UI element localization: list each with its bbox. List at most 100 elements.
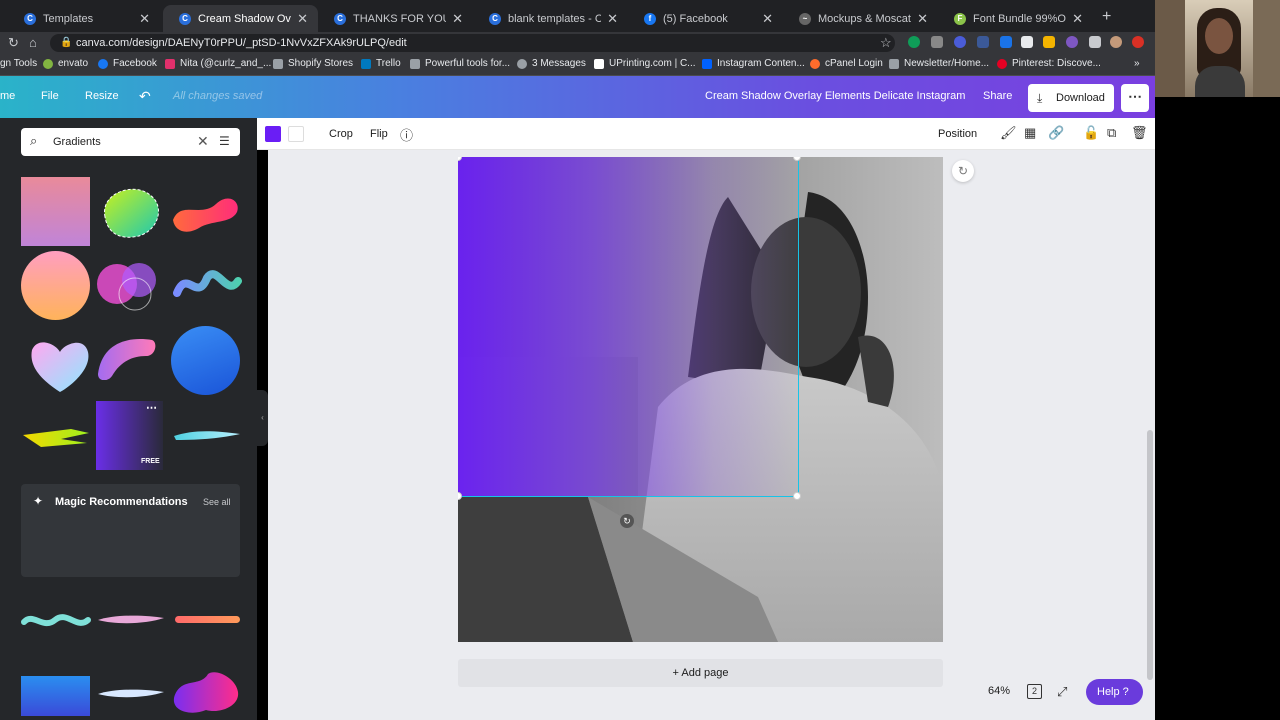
camera-icon[interactable] — [931, 36, 943, 48]
info-icon[interactable]: ⓘ — [400, 125, 413, 144]
see-all-link[interactable]: See all — [203, 497, 231, 507]
link-icon[interactable]: 🔗 — [1048, 125, 1064, 141]
gradient-blob-element[interactable] — [95, 177, 167, 246]
more-options-icon[interactable]: ⋯ — [146, 401, 157, 414]
bookmark-powerful-tools[interactable]: Powerful tools for... — [410, 58, 510, 69]
bookmark-trello[interactable]: Trello — [361, 58, 401, 69]
gradient-blue-stroke-element[interactable] — [96, 686, 166, 702]
resize-handle[interactable] — [793, 492, 801, 500]
close-icon[interactable]: ✕ — [452, 11, 463, 27]
collapse-panel-button[interactable]: ‹ — [257, 390, 268, 446]
gradient-bubbles-element[interactable] — [95, 258, 165, 313]
rotate-handle-icon[interactable]: ↻ — [620, 514, 634, 528]
fullscreen-icon[interactable]: ⤢ — [1057, 684, 1067, 700]
gradient-blue-circle-element[interactable] — [171, 326, 240, 395]
transparency-icon[interactable]: ▦ — [1024, 125, 1036, 141]
refresh-icon[interactable]: ↻ — [952, 160, 974, 182]
design-title[interactable]: Cream Shadow Overlay Elements Delicate I… — [705, 90, 965, 102]
extension-gear-icon[interactable] — [1066, 36, 1078, 48]
tab-cream-shadow[interactable]: C Cream Shadow Overlay Ele ✕ — [163, 5, 318, 32]
home-link[interactable]: me — [0, 90, 15, 102]
close-icon[interactable]: ✕ — [607, 11, 618, 27]
home-icon[interactable]: ⌂ — [29, 35, 37, 50]
close-icon[interactable]: ✕ — [1072, 11, 1083, 27]
design-page[interactable]: ↻ — [458, 157, 943, 642]
gradient-wave-element[interactable] — [171, 190, 241, 235]
tab-thanks[interactable]: C THANKS FOR YOUR PURC ✕ — [318, 5, 473, 32]
bookmark-cpanel[interactable]: cPanel Login — [810, 58, 883, 69]
page-count-button[interactable]: 2 — [1027, 684, 1042, 699]
position-button[interactable]: Position — [938, 128, 977, 140]
crop-button[interactable]: Crop — [329, 128, 353, 140]
close-icon[interactable]: ✕ — [762, 11, 773, 27]
gradient-element[interactable] — [21, 177, 90, 246]
file-menu[interactable]: File — [41, 90, 59, 102]
tab-font-bundle[interactable]: F Font Bundle 99%OFF | Stu ✕ — [938, 5, 1093, 32]
gradient-brush-element[interactable] — [21, 421, 91, 451]
share-button[interactable]: Share — [983, 84, 1023, 108]
close-icon[interactable]: ✕ — [139, 11, 150, 27]
puzzle-icon[interactable] — [1089, 36, 1101, 48]
profile-avatar[interactable] — [1110, 36, 1122, 48]
gradient-heart-element[interactable] — [28, 336, 92, 394]
gradient-splash-element[interactable] — [170, 668, 242, 718]
duplicate-icon[interactable]: ⧉ — [1107, 125, 1116, 141]
bookmark-star-icon[interactable]: ☆ — [880, 35, 892, 51]
reload-icon[interactable]: ↻ — [8, 35, 19, 51]
bookmark-pinterest[interactable]: Pinterest: Discove... — [997, 58, 1101, 69]
facebook-ext-icon[interactable] — [977, 36, 989, 48]
bookmark-label: 3 Messages — [532, 58, 586, 69]
more-options-button[interactable]: ⋯ — [1121, 84, 1149, 112]
secondary-color-swatch[interactable] — [288, 126, 304, 142]
docs-ext-icon[interactable] — [1021, 36, 1033, 48]
tab-blank-templates[interactable]: C blank templates - Canva ✕ — [473, 5, 628, 32]
tab-facebook[interactable]: f (5) Facebook ✕ — [628, 5, 783, 32]
gradient-circle-element[interactable] — [21, 251, 90, 320]
search-input[interactable]: ⌕ Gradients ✕ ☰ — [21, 128, 240, 156]
resize-button[interactable]: Resize — [85, 90, 119, 102]
bookmark-envato[interactable]: envato — [43, 58, 88, 69]
more-bookmarks-icon[interactable]: » — [1134, 58, 1140, 69]
download-button[interactable]: ⤓ Download — [1028, 84, 1114, 112]
bookmark-uprinting[interactable]: UPrinting.com | C... — [594, 58, 696, 69]
bookmark-facebook[interactable]: Facebook — [98, 58, 157, 69]
gradient-zigzag-element[interactable] — [21, 610, 91, 632]
bookmark-instagram-content[interactable]: Instagram Conten... — [702, 58, 805, 69]
help-button[interactable]: Help ? — [1086, 679, 1143, 705]
flip-button[interactable]: Flip — [370, 128, 388, 140]
extension-ext-icon[interactable] — [1000, 36, 1012, 48]
close-icon[interactable]: ✕ — [297, 11, 308, 27]
update-icon[interactable] — [1132, 36, 1144, 48]
tab-templates[interactable]: C Templates ✕ — [8, 5, 160, 32]
lock-icon[interactable]: 🔓 — [1083, 125, 1099, 141]
extension-a-icon[interactable] — [954, 36, 966, 48]
url-field[interactable]: 🔒 canva.com/design/DAENyT0rPPU/_ptSD-1Nv… — [50, 34, 895, 52]
filter-icon[interactable]: ☰ — [219, 134, 230, 148]
gradient-stroke-element[interactable] — [172, 426, 242, 444]
gradient-swoosh-element[interactable] — [96, 334, 158, 380]
grammarly-icon[interactable] — [908, 36, 920, 48]
bookmark-instagram[interactable]: Nita (@curlz_and_... — [165, 58, 271, 69]
clear-search-icon[interactable]: ✕ — [197, 133, 209, 150]
paint-roller-icon[interactable]: 🖌 — [1000, 125, 1017, 141]
add-page-button[interactable]: + Add page — [458, 659, 943, 687]
zoom-level[interactable]: 64% — [988, 685, 1010, 697]
gradient-rectangle-element[interactable] — [21, 676, 90, 716]
gradient-squiggle-element[interactable] — [172, 263, 242, 308]
scrollbar[interactable] — [1147, 430, 1153, 680]
close-icon[interactable]: ✕ — [917, 11, 928, 27]
bookmark-newsletter[interactable]: Newsletter/Home... — [889, 58, 989, 69]
bookmark-messages[interactable]: 3 Messages — [517, 58, 586, 69]
tab-mockups[interactable]: ~ Mockups & Moscato | DIY ✕ — [783, 5, 938, 32]
bookmark-tools[interactable]: gn Tools — [0, 58, 37, 69]
gradient-line-element[interactable] — [175, 616, 240, 623]
trash-icon[interactable]: 🗑 — [1131, 125, 1148, 141]
undo-icon[interactable]: ↶ — [139, 88, 151, 105]
gradient-overlay-selected[interactable] — [458, 157, 799, 497]
gradient-overlay-element[interactable]: ⋯ FREE — [96, 401, 163, 470]
primary-color-swatch[interactable] — [265, 126, 281, 142]
bookmark-shopify[interactable]: Shopify Stores — [273, 58, 353, 69]
gradient-paint-stroke-element[interactable] — [96, 612, 166, 628]
new-tab-button[interactable]: + — [1102, 8, 1111, 26]
extension-grid-icon[interactable] — [1043, 36, 1055, 48]
